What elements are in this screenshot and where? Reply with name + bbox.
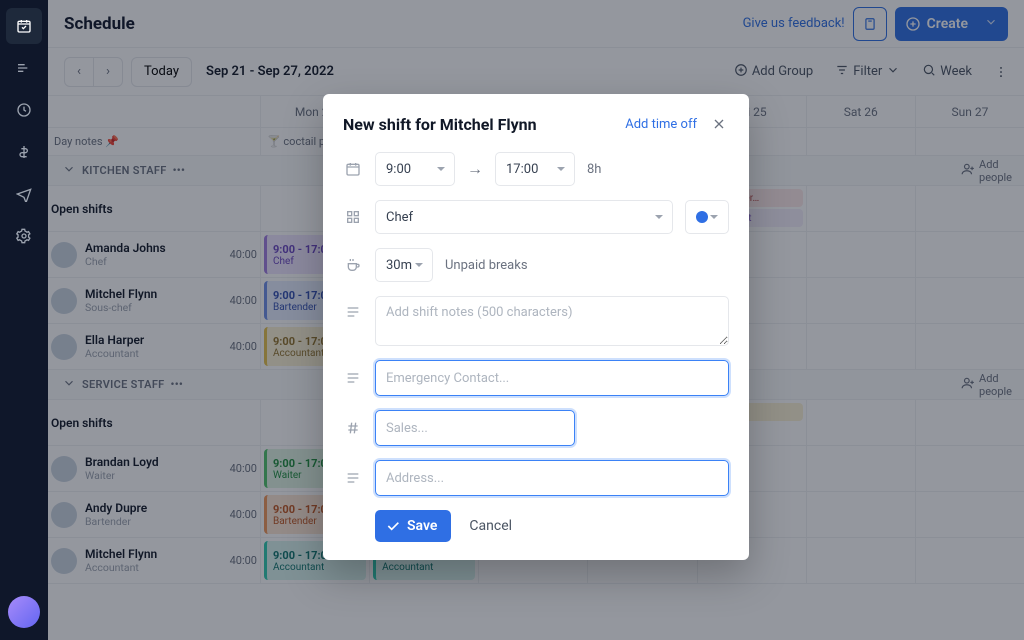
rail-plane-icon[interactable] bbox=[6, 176, 42, 212]
address-input[interactable] bbox=[375, 460, 729, 496]
modal-title: New shift for Mitchel Flynn bbox=[343, 115, 625, 134]
break-select[interactable]: 30m bbox=[375, 248, 433, 282]
notes-icon bbox=[343, 470, 363, 486]
color-swatch bbox=[696, 211, 708, 223]
shift-notes-input[interactable] bbox=[375, 296, 729, 346]
left-rail bbox=[0, 0, 48, 640]
rail-timeline-icon[interactable] bbox=[6, 50, 42, 86]
rail-settings-icon[interactable] bbox=[6, 218, 42, 254]
end-time-select[interactable]: 17:00 bbox=[495, 152, 575, 186]
emergency-contact-input[interactable] bbox=[375, 360, 729, 396]
break-label: Unpaid breaks bbox=[445, 258, 528, 273]
modal-scrim[interactable]: New shift for Mitchel Flynn Add time off… bbox=[48, 0, 1024, 640]
save-button[interactable]: Save bbox=[375, 510, 451, 542]
rail-avatar[interactable] bbox=[8, 596, 40, 628]
close-icon[interactable] bbox=[709, 114, 729, 134]
duration-label: 8h bbox=[587, 162, 601, 177]
rail-schedule-icon[interactable] bbox=[6, 8, 42, 44]
notes-icon bbox=[343, 370, 363, 386]
sales-input[interactable] bbox=[375, 410, 575, 446]
cancel-button[interactable]: Cancel bbox=[469, 518, 512, 534]
coffee-icon bbox=[343, 257, 363, 273]
hash-icon bbox=[343, 420, 363, 436]
rail-clock-icon[interactable] bbox=[6, 92, 42, 128]
notes-icon bbox=[343, 304, 363, 320]
calendar-icon bbox=[343, 161, 363, 177]
add-time-off-link[interactable]: Add time off bbox=[625, 117, 697, 132]
start-time-select[interactable]: 9:00 bbox=[375, 152, 455, 186]
color-select[interactable] bbox=[685, 200, 729, 234]
new-shift-modal: New shift for Mitchel Flynn Add time off… bbox=[323, 94, 749, 560]
grid-icon bbox=[343, 209, 363, 225]
main: Schedule Give us feedback! Create ‹ › To… bbox=[48, 0, 1024, 640]
role-select[interactable]: Chef bbox=[375, 200, 673, 234]
rail-money-icon[interactable] bbox=[6, 134, 42, 170]
arrow-right-icon: → bbox=[467, 159, 483, 179]
